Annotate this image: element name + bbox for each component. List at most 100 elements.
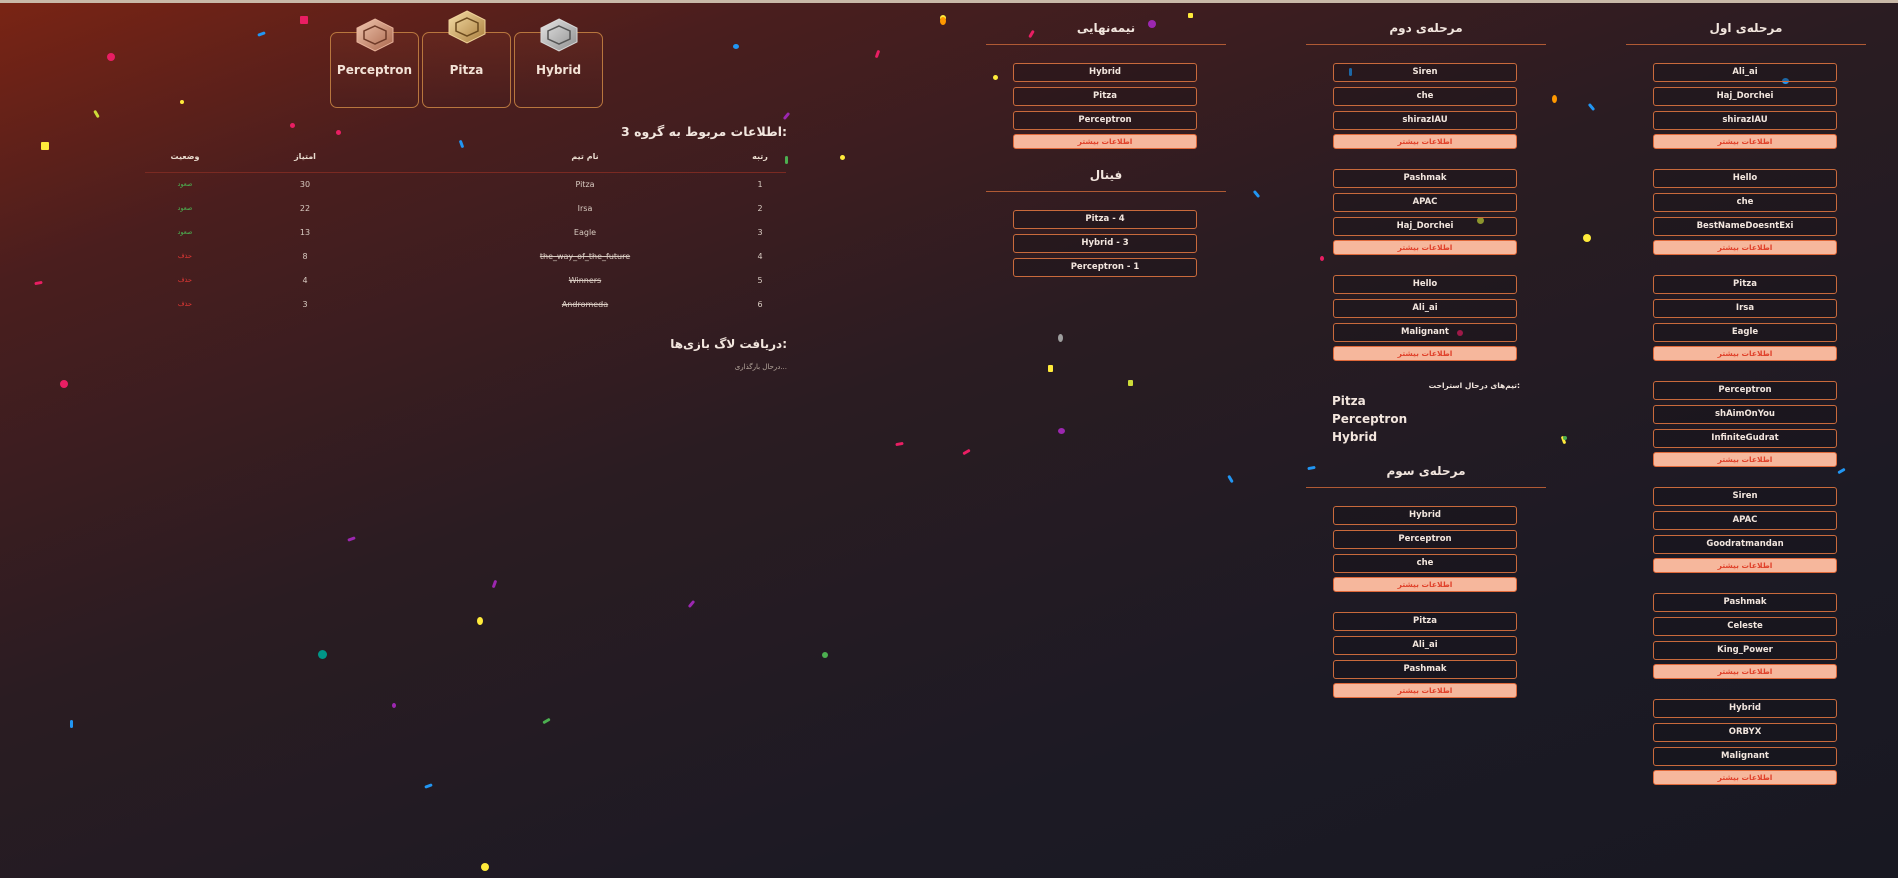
team-button[interactable]: Haj_Dorchei (1333, 217, 1517, 236)
semifinal-title: نیمه‌نهایی (986, 21, 1226, 45)
team-button[interactable]: Eagle (1653, 323, 1837, 342)
group-info-title: اطلاعات مربوط به گروه 3: (621, 124, 787, 139)
header-rank: رتبه (752, 152, 768, 161)
team-button[interactable]: Goodratmandan (1653, 535, 1837, 554)
team-button[interactable]: Pitza (1653, 275, 1837, 294)
row-team: Pitza (575, 180, 595, 189)
more-info-button[interactable]: اطلاعات بیشتر (1653, 452, 1837, 467)
row-score: 3 (302, 300, 308, 309)
team-button[interactable]: Ali_ai (1333, 299, 1517, 318)
table-row: 4 the_way_of_the_future 8 حذف (145, 245, 786, 269)
row-team: the_way_of_the_future (539, 252, 631, 261)
team-button[interactable]: Hybrid (1653, 699, 1837, 718)
team-button[interactable]: King_Power (1653, 641, 1837, 660)
logs-title: دریافت لاگ بازی‌ها: (670, 337, 787, 351)
row-score: 4 (302, 276, 308, 285)
podium-team-name: Perceptron (336, 63, 413, 77)
team-button[interactable]: Ali_ai (1333, 636, 1517, 655)
more-info-button[interactable]: اطلاعات بیشتر (1333, 240, 1517, 255)
final-result-item[interactable]: Perceptron - 1 (1013, 258, 1197, 277)
podium-card-third: Perceptron (330, 18, 419, 108)
team-button[interactable]: shAimOnYou (1653, 405, 1837, 424)
row-status: حذف (177, 252, 193, 260)
team-button[interactable]: Haj_Dorchei (1653, 87, 1837, 106)
team-button[interactable]: che (1333, 554, 1517, 573)
header-team: نام تیم (571, 152, 599, 161)
row-team: Irsa (577, 204, 593, 213)
table-row: 5 Winners 4 حذف (145, 269, 786, 293)
team-button[interactable]: che (1333, 87, 1517, 106)
team-button[interactable]: Siren (1333, 63, 1517, 82)
resting-teams-title: تیم‌های درحال استراحت: (1428, 381, 1520, 390)
table-row: 6 Andromeda 3 حذف (145, 293, 786, 317)
top-border (0, 0, 1898, 3)
team-button[interactable]: Pashmak (1653, 593, 1837, 612)
team-button[interactable]: Pitza (1333, 612, 1517, 631)
team-button[interactable]: Perceptron (1333, 530, 1517, 549)
team-button[interactable]: Ali_ai (1653, 63, 1837, 82)
gold-medal-icon (444, 9, 490, 45)
more-info-button[interactable]: اطلاعات بیشتر (1653, 134, 1837, 149)
podium-card-second: Hybrid (514, 18, 603, 108)
confetti-layer (0, 0, 1898, 878)
more-info-button[interactable]: اطلاعات بیشتر (1653, 346, 1837, 361)
more-info-button[interactable]: اطلاعات بیشتر (1653, 240, 1837, 255)
more-info-button[interactable]: اطلاعات بیشتر (1333, 577, 1517, 592)
team-button[interactable]: shirazIAU (1333, 111, 1517, 130)
row-status: صعود (177, 228, 193, 236)
final-result-item[interactable]: Hybrid - 3 (1013, 234, 1197, 253)
more-info-button[interactable]: اطلاعات بیشتر (1653, 664, 1837, 679)
silver-medal-icon (536, 17, 582, 53)
row-status: حذف (177, 276, 193, 284)
team-button[interactable]: APAC (1333, 193, 1517, 212)
table-row: 2 Irsa 22 صعود (145, 197, 786, 221)
team-button[interactable]: Hello (1653, 169, 1837, 188)
row-rank: 4 (757, 252, 763, 261)
podium-team-name: Hybrid (535, 63, 582, 77)
resting-team: Hybrid (1332, 430, 1378, 444)
row-score: 22 (299, 204, 311, 213)
team-button[interactable]: Hello (1333, 275, 1517, 294)
team-button[interactable]: Hybrid (1013, 63, 1197, 82)
team-button[interactable]: BestNameDoesntExi (1653, 217, 1837, 236)
podium-card-first: Pitza (422, 10, 511, 108)
row-rank: 2 (757, 204, 763, 213)
final-result-item[interactable]: Pitza - 4 (1013, 210, 1197, 229)
more-info-button[interactable]: اطلاعات بیشتر (1333, 134, 1517, 149)
team-button[interactable]: Malignant (1653, 747, 1837, 766)
team-button[interactable]: Perceptron (1013, 111, 1197, 130)
more-info-button[interactable]: اطلاعات بیشتر (1013, 134, 1197, 149)
resting-team: Pitza (1332, 394, 1366, 408)
team-button[interactable]: che (1653, 193, 1837, 212)
row-score: 13 (299, 228, 311, 237)
more-info-button[interactable]: اطلاعات بیشتر (1653, 770, 1837, 785)
resting-team: Perceptron (1332, 412, 1408, 426)
team-button[interactable]: Perceptron (1653, 381, 1837, 400)
round2-title: مرحله‌ی دوم (1306, 21, 1546, 45)
table-header: رتبه نام تیم امتیاز وضعیت (145, 150, 786, 173)
team-button[interactable]: Malignant (1333, 323, 1517, 342)
team-button[interactable]: Pashmak (1333, 660, 1517, 679)
team-button[interactable]: Irsa (1653, 299, 1837, 318)
team-button[interactable]: Hybrid (1333, 506, 1517, 525)
team-button[interactable]: shirazIAU (1653, 111, 1837, 130)
team-button[interactable]: Pitza (1013, 87, 1197, 106)
final-title: فینال (986, 168, 1226, 192)
more-info-button[interactable]: اطلاعات بیشتر (1333, 683, 1517, 698)
more-info-button[interactable]: اطلاعات بیشتر (1653, 558, 1837, 573)
team-button[interactable]: Siren (1653, 487, 1837, 506)
podium-team-name: Pitza (449, 63, 484, 77)
row-status: صعود (177, 180, 193, 188)
team-button[interactable]: InfiniteGudrat (1653, 429, 1837, 448)
team-button[interactable]: ORBYX (1653, 723, 1837, 742)
team-button[interactable]: Pashmak (1333, 169, 1517, 188)
row-team: Eagle (573, 228, 597, 237)
header-status: وضعیت (170, 152, 200, 161)
row-rank: 6 (757, 300, 763, 309)
more-info-button[interactable]: اطلاعات بیشتر (1333, 346, 1517, 361)
table-row: 1 Pitza 30 صعود (145, 173, 786, 197)
bronze-medal-icon (352, 17, 398, 53)
team-button[interactable]: APAC (1653, 511, 1837, 530)
row-rank: 3 (757, 228, 763, 237)
team-button[interactable]: Celeste (1653, 617, 1837, 636)
